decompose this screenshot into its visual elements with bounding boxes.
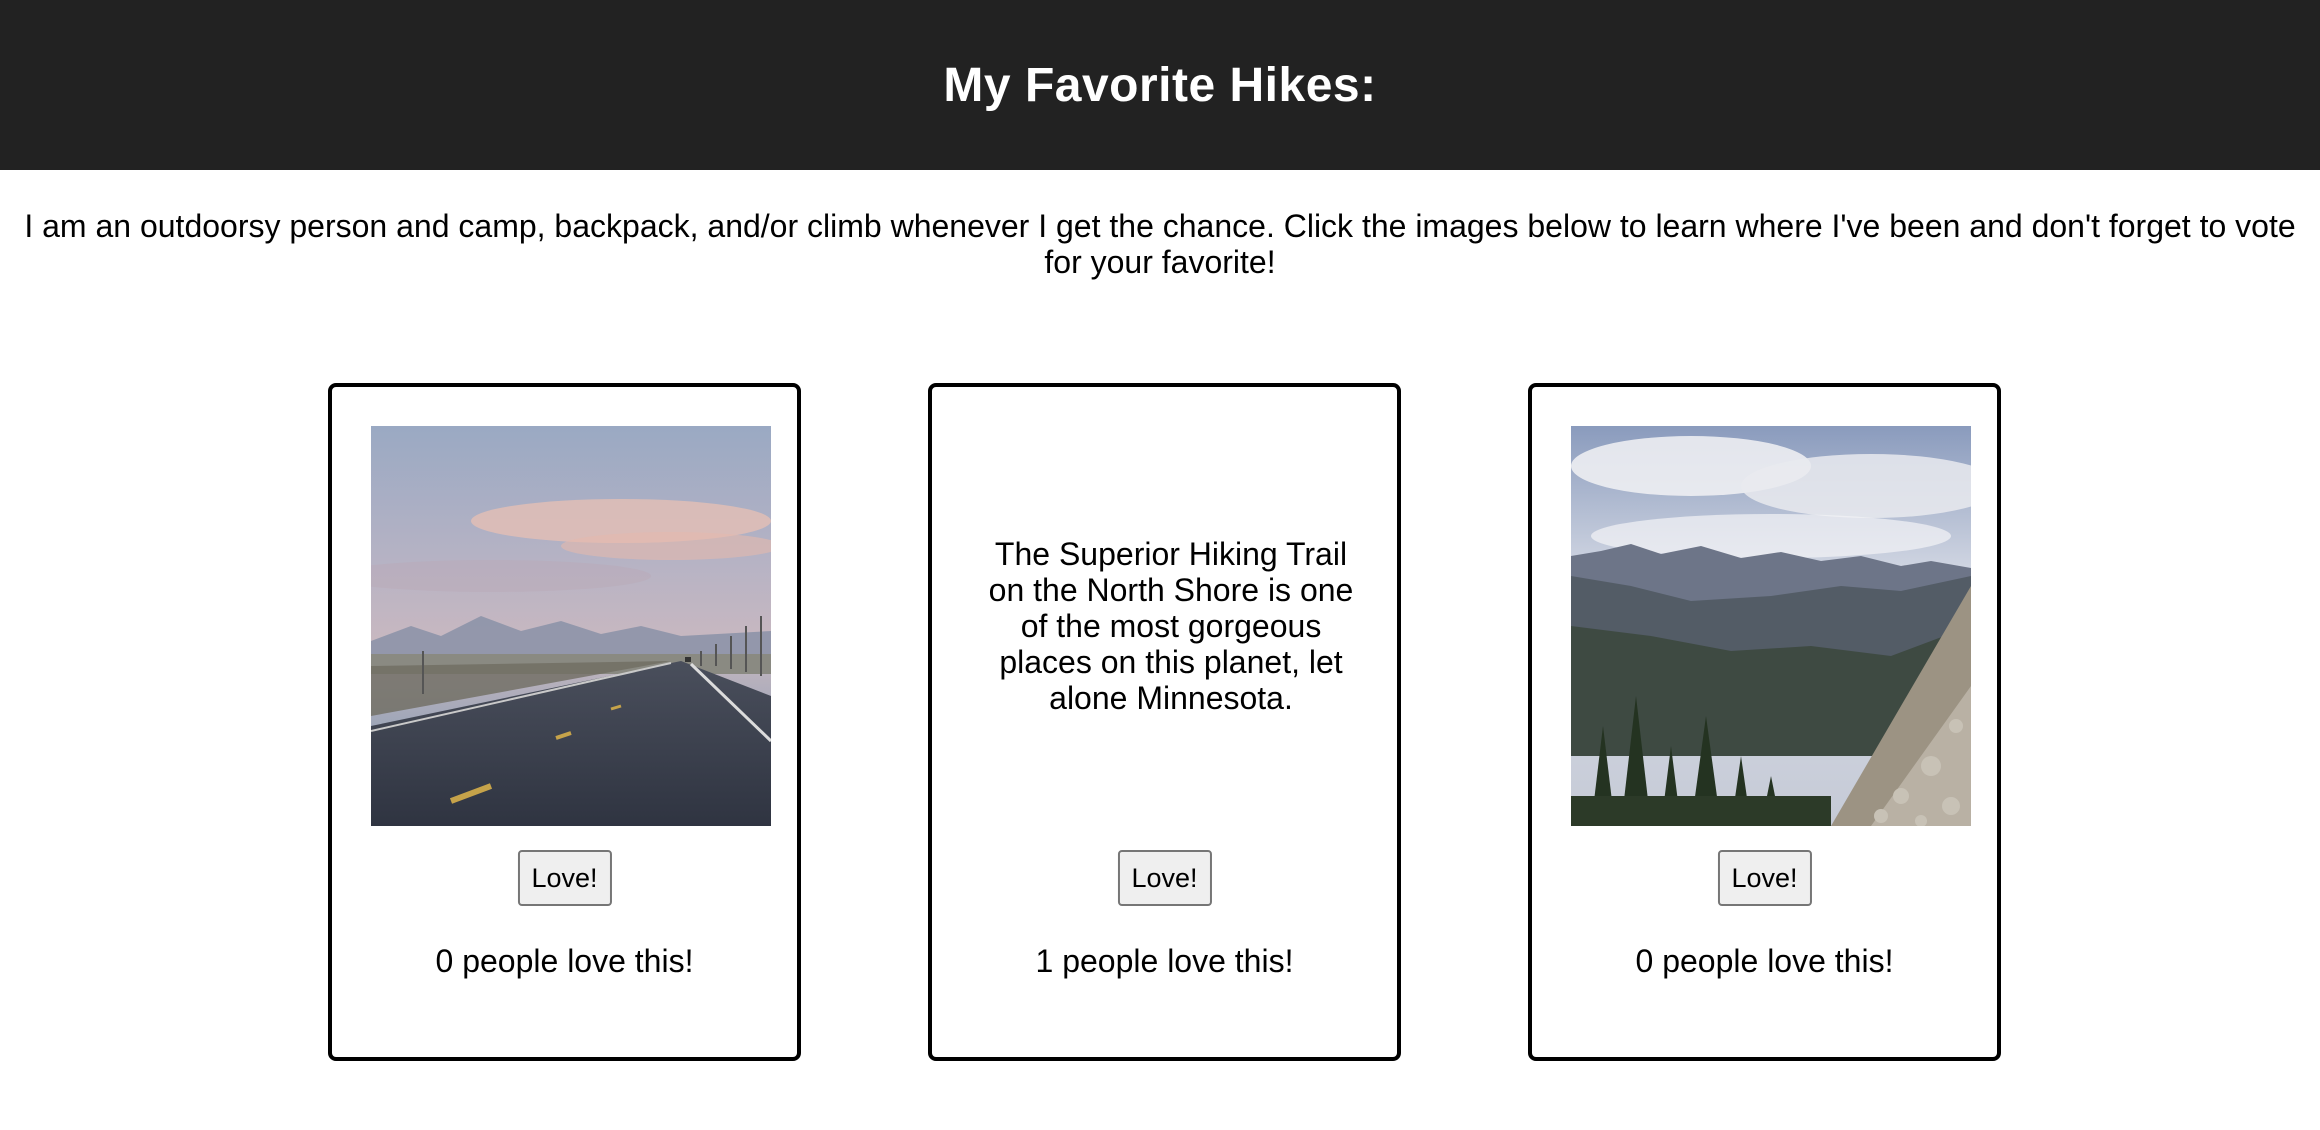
- love-count: 0 people love this!: [435, 943, 694, 979]
- page-header: My Favorite Hikes:: [0, 0, 2320, 170]
- love-button[interactable]: Love!: [1717, 850, 1812, 906]
- hike-card-2: The Superior Hiking Trail on the North S…: [928, 383, 1401, 1061]
- hike-card-1: Love! 0 people love this!: [328, 383, 801, 1061]
- love-button[interactable]: Love!: [1117, 850, 1212, 906]
- love-button[interactable]: Love!: [517, 850, 612, 906]
- page-title: My Favorite Hikes:: [943, 58, 1377, 112]
- love-count: 0 people love this!: [1635, 943, 1894, 979]
- road-mountains-photo[interactable]: [371, 426, 771, 826]
- intro-text: I am an outdoorsy person and camp, backp…: [24, 208, 2296, 280]
- hike-card-3: Love! 0 people love this!: [1528, 383, 2001, 1061]
- hike-description[interactable]: The Superior Hiking Trail on the North S…: [971, 426, 1371, 826]
- love-count: 1 people love this!: [1035, 943, 1294, 979]
- mountain-valley-photo[interactable]: [1571, 426, 1971, 826]
